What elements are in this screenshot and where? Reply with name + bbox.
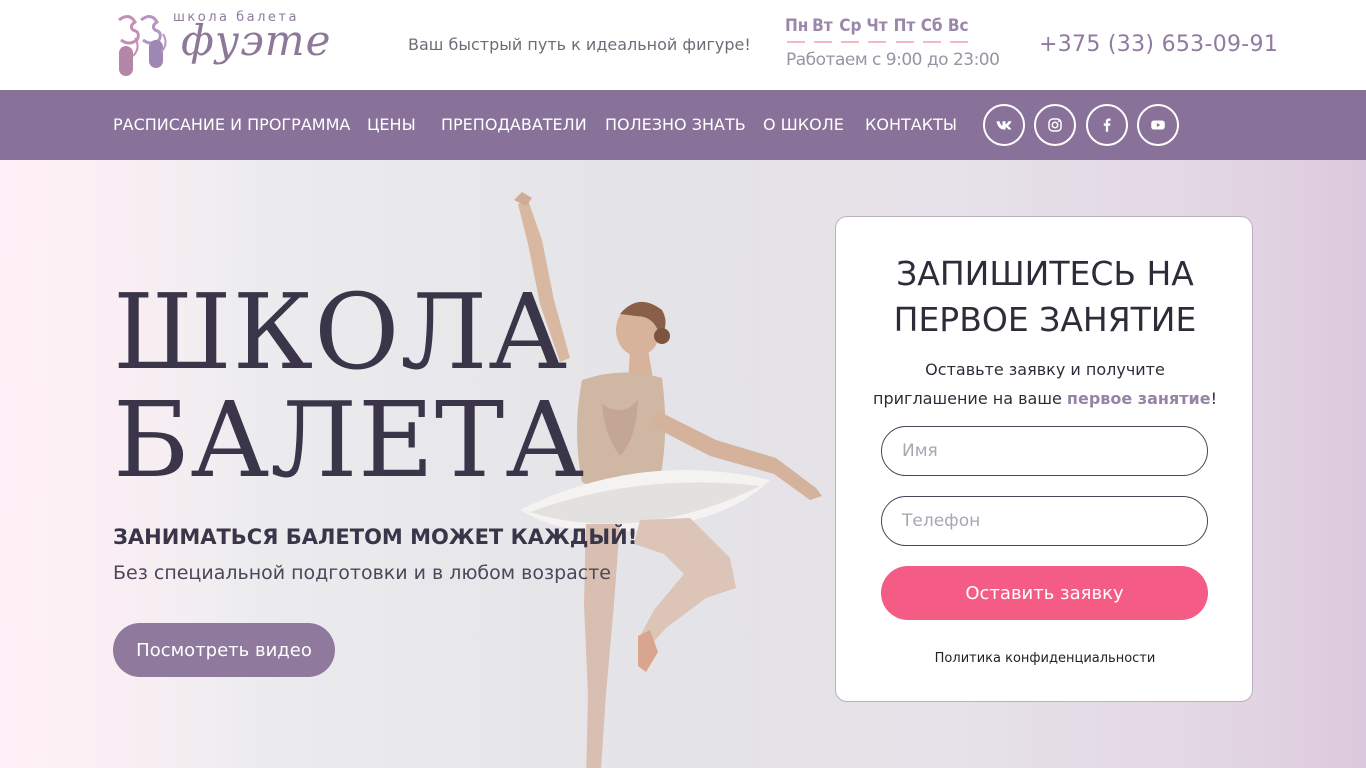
youtube-button[interactable] (1137, 104, 1179, 146)
hero-subtitle: ЗАНИМАТЬСЯ БАЛЕТОМ МОЖЕТ КАЖДЫЙ! (113, 525, 638, 549)
logo-wordmark: фуэте (181, 16, 332, 65)
form-title: ЗАПИШИТЕСЬ НА ПЕРВОЕ ЗАНЯТИЕ (836, 251, 1254, 343)
signup-form-card: ЗАПИШИТЕСЬ НА ПЕРВОЕ ЗАНЯТИЕ Оставьте за… (835, 216, 1253, 702)
watch-video-button[interactable]: Посмотреть видео (113, 623, 335, 677)
day-sat: Сб (921, 16, 948, 46)
facebook-button[interactable] (1086, 104, 1128, 146)
nav-item-prices[interactable]: ЦЕНЫ (367, 115, 416, 134)
hero-title-line2: БАЛЕТА (113, 379, 586, 501)
form-text-highlight: первое занятие (1066, 389, 1211, 408)
hero-title: ШКОЛА БАЛЕТА (113, 278, 585, 494)
header-tagline: Ваш быстрый путь к идеальной фигуре! (408, 35, 751, 54)
nav-item-contacts[interactable]: КОНТАКТЫ (865, 115, 957, 134)
nav-item-useful[interactable]: ПОЛЕЗНО ЗНАТЬ (605, 115, 746, 134)
name-field[interactable] (881, 426, 1208, 476)
site-logo[interactable]: школа балета фуэте (113, 10, 330, 82)
pointe-shoes-icon (118, 15, 167, 76)
main-nav: РАСПИСАНИЕ И ПРОГРАММА ЦЕНЫ ПРЕПОДАВАТЕЛ… (0, 90, 1366, 160)
day-thu: Чт (866, 16, 893, 46)
hero-section: ШКОЛА БАЛЕТА ЗАНИМАТЬСЯ БАЛЕТОМ МОЖЕТ КА… (0, 160, 1366, 768)
day-wed: Ср (839, 16, 866, 46)
working-days: Пн Вт Ср Чт Пт Сб Вс (785, 16, 975, 46)
instagram-button[interactable] (1034, 104, 1076, 146)
hero-description: Без специальной подготовки и в любом воз… (113, 562, 611, 584)
form-title-line1: ЗАПИШИТЕСЬ НА (896, 254, 1194, 293)
hero-title-line1: ШКОЛА (113, 271, 568, 393)
site-header: школа балета фуэте Ваш быстрый путь к ид… (0, 0, 1366, 90)
form-description: Оставьте заявку и получите приглашение н… (866, 355, 1224, 413)
phone-link[interactable]: +375 (33) 653-09-91 (1039, 32, 1278, 57)
vk-icon (996, 121, 1012, 130)
privacy-policy-link[interactable]: Политика конфиденциальности (836, 651, 1254, 666)
day-fri: Пт (894, 16, 921, 46)
instagram-icon (1048, 118, 1062, 132)
day-sun: Вс (948, 16, 975, 46)
day-tue: Вт (812, 16, 839, 46)
nav-item-about[interactable]: О ШКОЛЕ (763, 115, 844, 134)
form-text-part2: ! (1210, 389, 1217, 408)
youtube-icon (1151, 120, 1165, 130)
phone-field[interactable] (881, 496, 1208, 546)
day-mon: Пн (785, 16, 812, 46)
working-hours: Работаем с 9:00 до 23:00 (786, 50, 1000, 70)
form-title-line2: ПЕРВОЕ ЗАНЯТИЕ (893, 300, 1197, 339)
vk-button[interactable] (983, 104, 1025, 146)
submit-request-button[interactable]: Оставить заявку (881, 566, 1208, 620)
nav-item-schedule[interactable]: РАСПИСАНИЕ И ПРОГРАММА (113, 115, 350, 134)
nav-item-teachers[interactable]: ПРЕПОДАВАТЕЛИ (441, 115, 587, 134)
facebook-icon (1103, 118, 1111, 132)
